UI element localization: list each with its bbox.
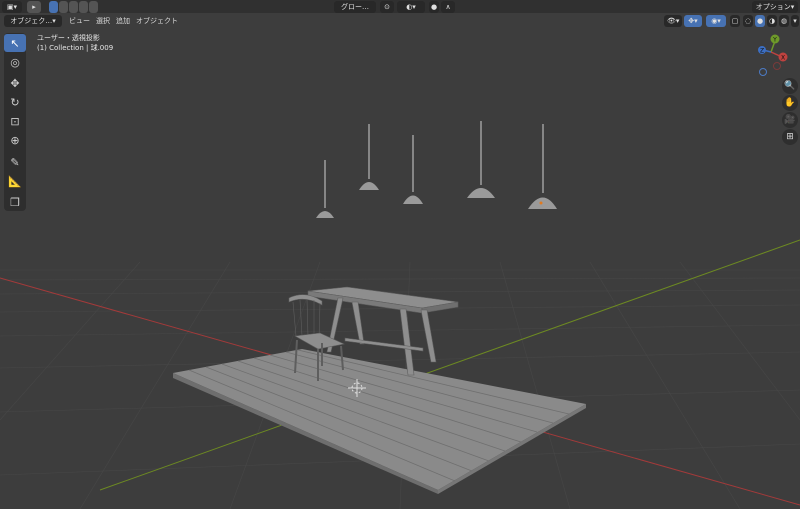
proportional-edit-toggle[interactable]: ● — [429, 1, 439, 13]
overlay-toggle[interactable]: ◉▾ — [706, 15, 726, 27]
viewport-3d[interactable] — [0, 0, 800, 509]
shading-rendered-button[interactable]: ◍ — [779, 15, 789, 27]
zoom-icon[interactable]: 🔍 — [782, 78, 798, 94]
mode-select-label: オブジェク… — [10, 17, 53, 25]
visibility-toggle[interactable]: 👁▾ — [664, 15, 682, 27]
gizmo-x-label: X — [781, 55, 785, 62]
shading-wireframe-button[interactable]: ◌ — [743, 15, 753, 27]
shading-options-button[interactable]: ▾ — [791, 15, 799, 27]
orientation-label: グロー… — [341, 3, 369, 11]
menu-object[interactable]: オブジェクト — [133, 15, 181, 27]
options-dropdown[interactable]: オプション▾ — [752, 1, 798, 13]
select-tool-button[interactable]: ▸ — [27, 1, 41, 13]
transform-icon[interactable]: ⊕ — [4, 131, 26, 149]
mode-subtract-button[interactable] — [69, 1, 78, 13]
collection-label: (1) Collection | 球.009 — [37, 44, 114, 52]
annotate-icon[interactable]: ✎ — [4, 153, 26, 171]
options-label: オプション — [755, 3, 791, 11]
gizmo-neg-y — [759, 68, 767, 76]
cursor-icon[interactable]: ◎ — [4, 53, 26, 71]
mode-extend-button[interactable] — [59, 1, 68, 13]
rotate-icon[interactable]: ↻ — [4, 93, 26, 111]
editor-type-button[interactable]: ▣▾ — [2, 1, 22, 13]
hand-pan-icon[interactable]: ✋ — [782, 95, 798, 111]
scale-icon[interactable]: ⊡ — [4, 112, 26, 130]
menu-select[interactable]: 選択 — [93, 15, 113, 27]
measure-icon[interactable]: 📐 — [4, 172, 26, 190]
pivot-point-select[interactable]: ⊙ — [380, 1, 394, 13]
mode-new-button[interactable] — [49, 1, 58, 13]
shading-material-button[interactable]: ◑ — [767, 15, 777, 27]
falloff-select[interactable]: ∧ — [441, 1, 455, 13]
shading-solid-button[interactable]: ● — [755, 15, 765, 27]
navigation-gizmo[interactable]: Y X Z — [752, 30, 788, 78]
gizmo-neg-x — [773, 62, 781, 70]
move-icon[interactable]: ✥ — [4, 74, 26, 92]
mode-intersect-button[interactable] — [89, 1, 98, 13]
snap-toggle[interactable]: ◐▾ — [397, 1, 425, 13]
add-cube-icon[interactable]: ❒ — [4, 193, 26, 211]
select-box-icon[interactable]: ↖ — [4, 34, 26, 52]
gizmo-toggle[interactable]: ✥▾ — [684, 15, 702, 27]
gizmo-y-label: Y — [772, 37, 777, 44]
gizmo-z-label: Z — [760, 48, 764, 55]
camera-icon[interactable]: 🎥 — [782, 112, 798, 128]
transform-orientation-select[interactable]: グロー… — [334, 1, 376, 13]
header-bar: ▣▾ ▸ グロー… ⊙ ◐▾ ● ∧ オプション▾ — [0, 0, 800, 13]
mode-select[interactable]: オブジェク…▾ — [4, 15, 62, 27]
grid-view-icon[interactable]: ⊞ — [782, 129, 798, 145]
viewport-header: オブジェク…▾ ビュー 選択 追加 オブジェクト 👁▾ ✥▾ ◉▾ ▢ ◌ ● … — [0, 14, 800, 28]
menu-add[interactable]: 追加 — [113, 15, 133, 27]
view-name-label: ユーザー・透視投影 — [37, 34, 100, 42]
mode-invert-button[interactable] — [79, 1, 88, 13]
xray-toggle[interactable]: ▢ — [730, 15, 740, 27]
menu-view[interactable]: ビュー — [66, 15, 93, 27]
